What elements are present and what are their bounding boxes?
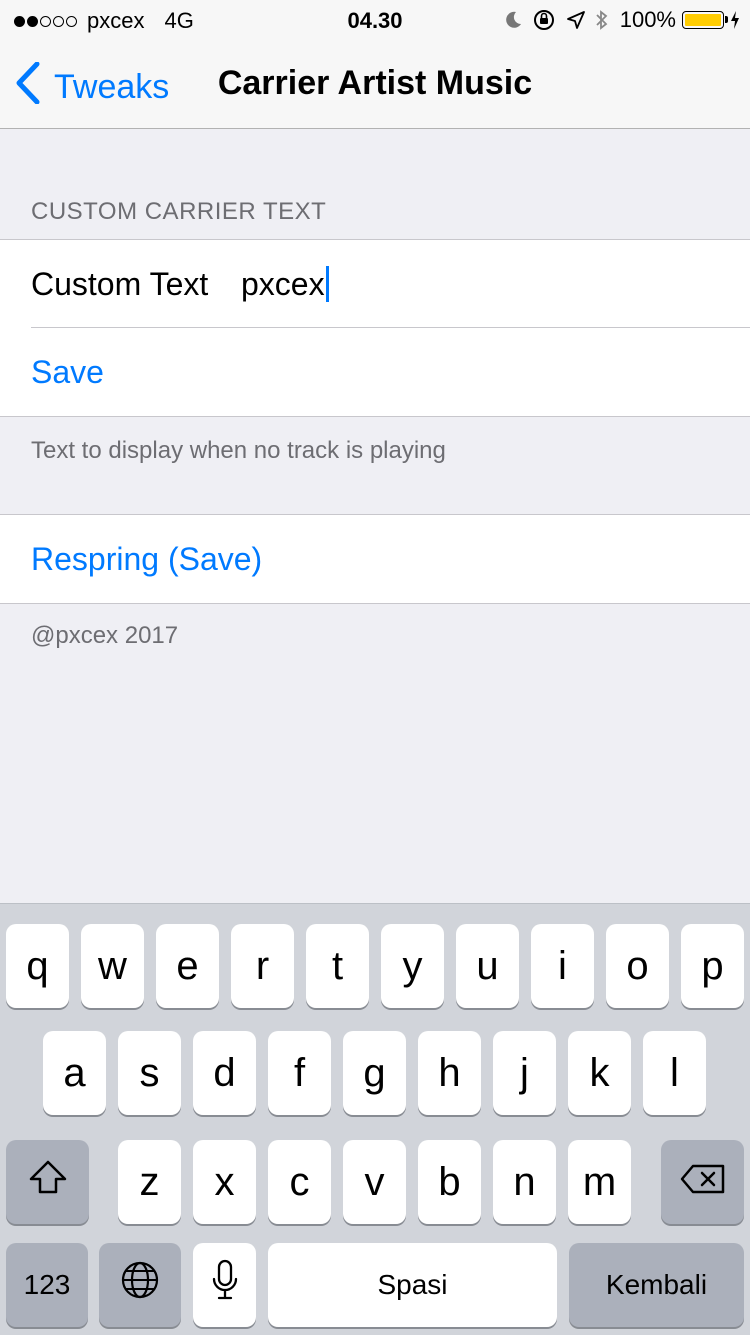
key-x[interactable]: x <box>193 1140 256 1224</box>
key-e[interactable]: e <box>156 924 219 1008</box>
backspace-key[interactable] <box>661 1140 744 1224</box>
key-p[interactable]: p <box>681 924 744 1008</box>
key-u[interactable]: u <box>456 924 519 1008</box>
status-icons: 100% <box>502 7 740 33</box>
shift-icon <box>28 1159 68 1205</box>
custom-text-label: Custom Text <box>31 266 209 302</box>
key-y[interactable]: y <box>381 924 444 1008</box>
key-v[interactable]: v <box>343 1140 406 1224</box>
page-title: Carrier Artist Music <box>217 64 533 102</box>
key-t[interactable]: t <box>306 924 369 1008</box>
key-a[interactable]: a <box>43 1031 106 1115</box>
key-b[interactable]: b <box>418 1140 481 1224</box>
key-w[interactable]: w <box>81 924 144 1008</box>
status-bar: pxcex 4G 04.30 100% <box>0 0 750 40</box>
key-l[interactable]: l <box>643 1031 706 1115</box>
save-button[interactable]: Save <box>31 354 104 391</box>
numbers-key[interactable]: 123 <box>6 1243 88 1327</box>
return-key[interactable]: Kembali <box>569 1243 744 1327</box>
respring-group: Respring (Save) <box>0 514 750 604</box>
microphone-icon <box>212 1259 238 1311</box>
key-m[interactable]: m <box>568 1140 631 1224</box>
key-o[interactable]: o <box>606 924 669 1008</box>
save-cell[interactable]: Save <box>0 328 750 416</box>
key-r[interactable]: r <box>231 924 294 1008</box>
charging-icon <box>730 10 740 30</box>
text-caret <box>325 265 329 302</box>
key-q[interactable]: q <box>6 924 69 1008</box>
battery-percent: 100% <box>619 7 676 32</box>
copyright-footer: @pxcex 2017 <box>31 622 179 649</box>
keyboard: qwertyuiop asdfghjkl zxcvbnm 123 Spasi K… <box>0 903 750 1335</box>
backspace-icon <box>679 1160 727 1205</box>
key-k[interactable]: k <box>568 1031 631 1115</box>
custom-text-value: pxcex <box>241 266 325 302</box>
shift-key[interactable] <box>6 1140 89 1224</box>
respring-button[interactable]: Respring (Save) <box>31 541 262 578</box>
globe-key[interactable] <box>99 1243 181 1327</box>
key-d[interactable]: d <box>193 1031 256 1115</box>
custom-text-group: Custom Text pxcex Save <box>0 239 750 417</box>
custom-text-input[interactable]: pxcex <box>241 265 329 305</box>
bluetooth-icon <box>594 8 610 32</box>
space-key[interactable]: Spasi <box>268 1243 557 1327</box>
section-header: CUSTOM CARRIER TEXT <box>31 198 327 225</box>
key-j[interactable]: j <box>493 1031 556 1115</box>
section-footer: Text to display when no track is playing <box>31 437 446 464</box>
key-g[interactable]: g <box>343 1031 406 1115</box>
key-c[interactable]: c <box>268 1140 331 1224</box>
dictation-key[interactable] <box>193 1243 256 1327</box>
key-i[interactable]: i <box>531 924 594 1008</box>
key-h[interactable]: h <box>418 1031 481 1115</box>
key-f[interactable]: f <box>268 1031 331 1115</box>
globe-icon <box>120 1260 160 1310</box>
moon-icon <box>502 9 524 31</box>
key-s[interactable]: s <box>118 1031 181 1115</box>
key-n[interactable]: n <box>493 1140 556 1224</box>
navigation-bar: Tweaks Carrier Artist Music <box>0 40 750 129</box>
respring-cell[interactable]: Respring (Save) <box>0 515 750 603</box>
battery-icon <box>682 11 728 29</box>
custom-text-cell[interactable]: Custom Text pxcex <box>0 240 750 328</box>
orientation-lock-icon <box>532 8 556 32</box>
battery-level <box>685 14 721 26</box>
location-icon <box>566 10 586 30</box>
key-z[interactable]: z <box>118 1140 181 1224</box>
